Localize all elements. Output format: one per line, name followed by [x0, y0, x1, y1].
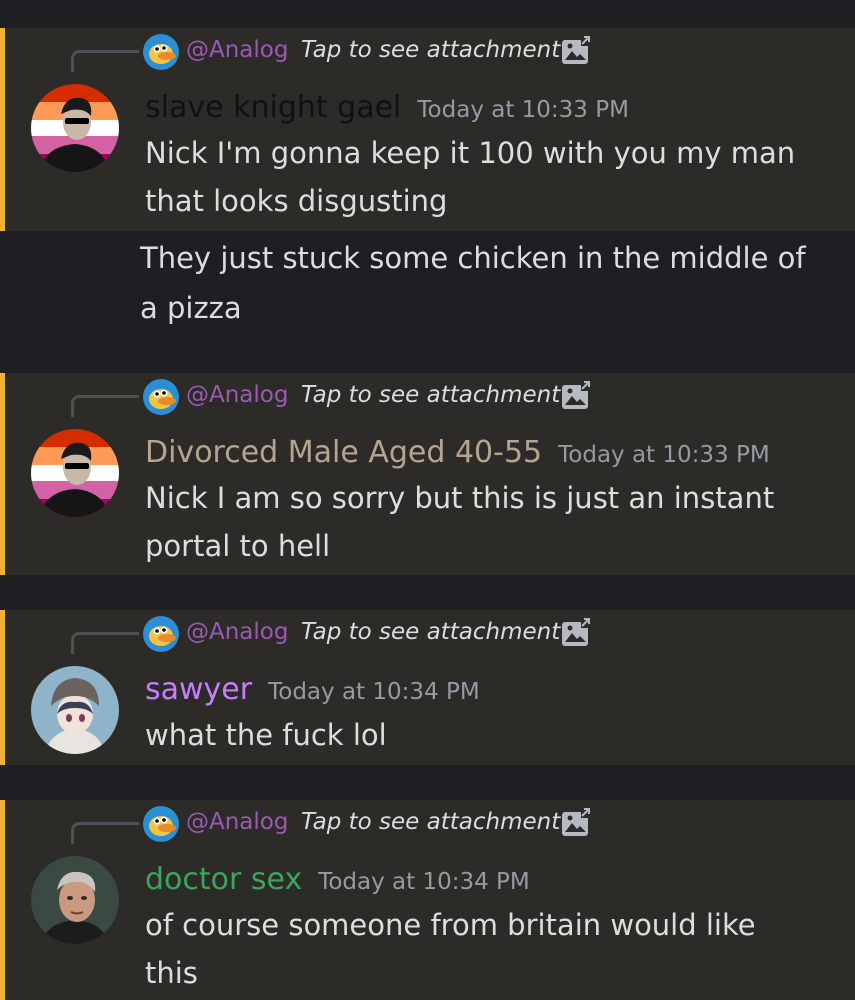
message-text-line: They just stuck some chicken in the midd…	[140, 241, 806, 275]
message-4[interactable]: @Analog Tap to see attachment sawyer Toda…	[0, 610, 855, 765]
message-text-line: portal to hell	[145, 529, 331, 563]
message-1[interactable]: @Analog Tap to see attachment slave knig…	[0, 28, 855, 231]
reply-attachment-text[interactable]: Tap to see attachment	[301, 37, 560, 63]
image-icon	[562, 618, 591, 646]
reply-mention[interactable]: @Analog	[186, 809, 288, 835]
image-icon	[562, 808, 591, 836]
reply-mention[interactable]: @Analog	[186, 37, 288, 63]
message-text-line: of course someone from britain would lik…	[145, 908, 756, 942]
duck-avatar-icon	[143, 616, 179, 652]
message-text-line: what the fuck lol	[145, 718, 387, 752]
reply-mention[interactable]: @Analog	[186, 382, 288, 408]
reply-spine	[71, 632, 139, 654]
avatar[interactable]	[31, 429, 119, 517]
image-icon	[562, 36, 591, 64]
message-3[interactable]: @Analog Tap to see attachment Divorced M…	[0, 373, 855, 575]
username[interactable]: doctor sex	[145, 862, 302, 897]
username[interactable]: slave knight gael	[145, 90, 401, 125]
duck-avatar-icon	[143, 379, 179, 415]
duck-avatar-icon	[143, 806, 179, 842]
reply-attachment-text[interactable]: Tap to see attachment	[301, 809, 560, 835]
reply-attachment-text[interactable]: Tap to see attachment	[301, 619, 560, 645]
timestamp: Today at 10:34 PM	[268, 679, 480, 705]
message-2[interactable]: They just stuck some chicken in the midd…	[0, 231, 855, 371]
message-5[interactable]: @Analog Tap to see attachment doctor sex…	[0, 800, 855, 1000]
username[interactable]: Divorced Male Aged 40-55	[145, 435, 542, 470]
message-text-line: Nick I'm gonna keep it 100 with you my m…	[145, 136, 796, 170]
message-text-line: this	[145, 956, 198, 990]
reply-spine	[71, 50, 139, 72]
duck-avatar-icon	[143, 34, 179, 70]
reply-attachment-text[interactable]: Tap to see attachment	[301, 382, 560, 408]
reply-mention[interactable]: @Analog	[186, 619, 288, 645]
message-text-line: a pizza	[140, 291, 242, 325]
avatar[interactable]	[31, 856, 119, 944]
message-header: sawyer Today at 10:34 PM	[145, 672, 480, 707]
avatar[interactable]	[31, 666, 119, 754]
reply-spine	[71, 822, 139, 844]
message-text-line: Nick I am so sorry but this is just an i…	[145, 481, 775, 515]
reply-spine	[71, 395, 139, 417]
timestamp: Today at 10:34 PM	[318, 869, 530, 895]
message-header: slave knight gael Today at 10:33 PM	[145, 90, 629, 125]
message-header: doctor sex Today at 10:34 PM	[145, 862, 530, 897]
reply-preview[interactable]: @Analog Tap to see attachment	[5, 610, 855, 662]
timestamp: Today at 10:33 PM	[558, 442, 770, 468]
avatar[interactable]	[31, 84, 119, 172]
image-icon	[562, 381, 591, 409]
reply-preview[interactable]: @Analog Tap to see attachment	[5, 28, 855, 80]
reply-preview[interactable]: @Analog Tap to see attachment	[5, 800, 855, 852]
reply-preview[interactable]: @Analog Tap to see attachment	[5, 373, 855, 425]
timestamp: Today at 10:33 PM	[417, 97, 629, 123]
message-header: Divorced Male Aged 40-55 Today at 10:33 P…	[145, 435, 770, 470]
username[interactable]: sawyer	[145, 672, 252, 707]
message-text-line: that looks disgusting	[145, 184, 448, 218]
